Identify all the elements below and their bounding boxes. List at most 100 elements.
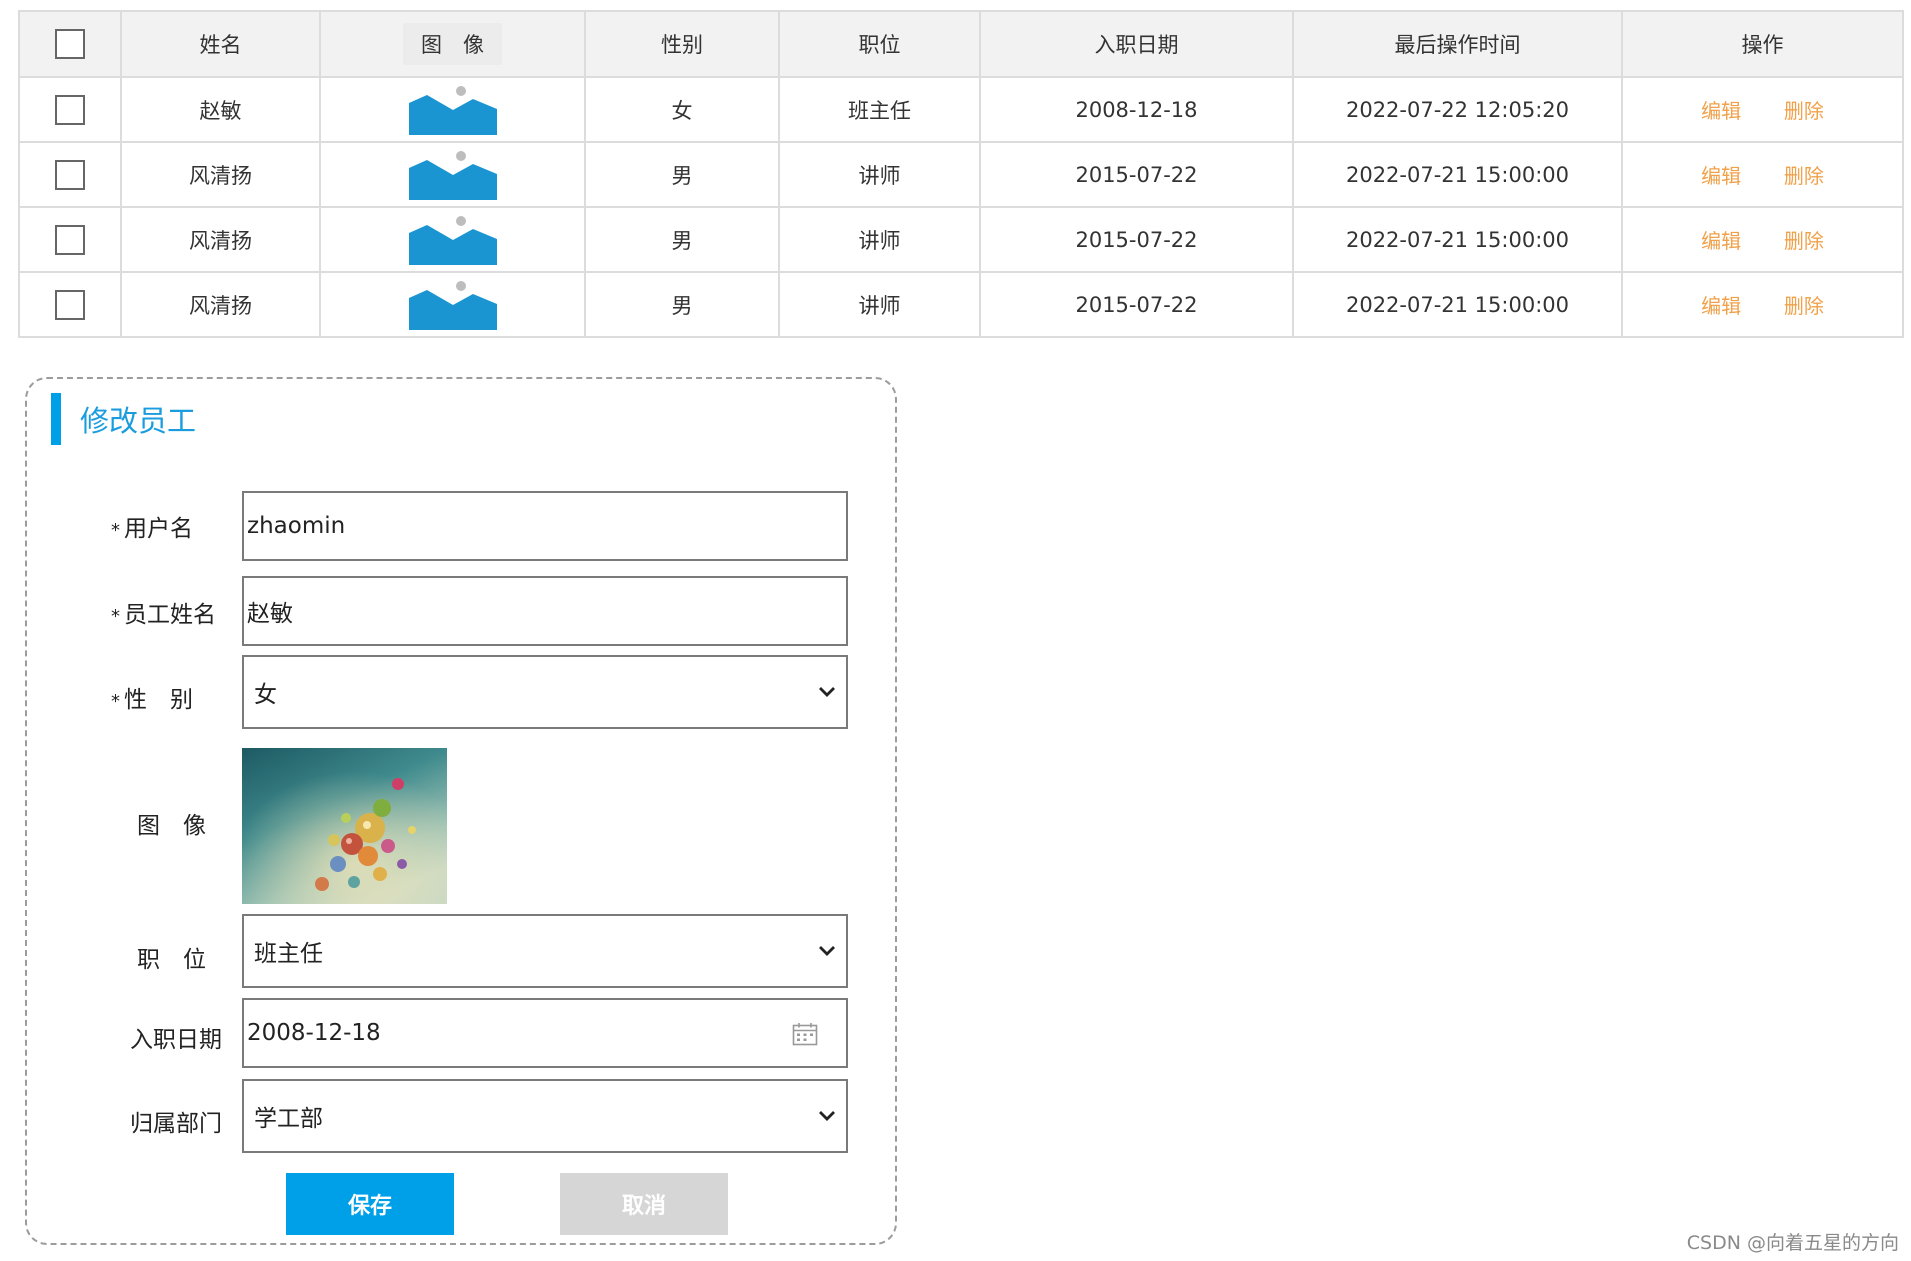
entry-date-label: 入职日期 [130, 1027, 222, 1053]
save-button[interactable]: 保存 [286, 1173, 454, 1235]
cell-actions: 编辑 删除 [1621, 206, 1904, 273]
watermark: CSDN @向着五星的方向 [1686, 1232, 1899, 1254]
gender-select[interactable]: 女 [242, 655, 848, 729]
cell-last-op-time: 2022-07-22 12:05:20 [1292, 76, 1623, 143]
header-image-label: 图 像 [403, 23, 502, 65]
username-label-group: * 用户名 [111, 509, 193, 543]
cell-position: 讲师 [778, 271, 981, 338]
table-row: 风清扬 男 讲师 2015-07-22 2022-07-21 15:00:00 … [18, 271, 1904, 338]
cell-name: 赵敏 [120, 76, 321, 143]
cell-entry-date: 2008-12-18 [979, 76, 1294, 143]
department-label: 归属部门 [130, 1111, 222, 1137]
header-select-all-cell [18, 10, 122, 78]
row-select-cell [18, 206, 122, 273]
gender-label-group: * 性 别 [111, 680, 193, 714]
edit-link[interactable]: 编辑 [1701, 225, 1741, 254]
cell-actions: 编辑 删除 [1621, 76, 1904, 143]
cell-name: 风清扬 [120, 141, 321, 208]
row-checkbox[interactable] [55, 289, 85, 320]
row-checkbox[interactable] [55, 224, 85, 255]
cell-image [319, 76, 586, 143]
required-mark: * [111, 606, 120, 627]
image-placeholder-icon [408, 85, 497, 135]
employee-name-value: 赵敏 [247, 601, 293, 627]
cell-image [319, 271, 586, 338]
select-all-checkbox[interactable] [55, 29, 85, 59]
title-accent-bar [51, 393, 61, 445]
cell-last-op-time: 2022-07-21 15:00:00 [1292, 206, 1623, 273]
cell-name: 风清扬 [120, 271, 321, 338]
cell-name: 风清扬 [120, 206, 321, 273]
chevron-down-icon [819, 946, 835, 956]
image-placeholder-icon [408, 150, 497, 200]
row-checkbox[interactable] [55, 159, 85, 190]
cell-entry-date: 2015-07-22 [979, 271, 1294, 338]
cell-actions: 编辑 删除 [1621, 271, 1904, 338]
cell-position: 讲师 [778, 206, 981, 273]
row-select-cell [18, 76, 122, 143]
delete-link[interactable]: 删除 [1784, 95, 1824, 124]
avatar-preview[interactable] [242, 748, 447, 904]
entry-date-input[interactable]: 2008-12-18 [242, 998, 848, 1068]
gender-label: 性 别 [124, 687, 193, 713]
cell-position: 班主任 [778, 76, 981, 143]
form-title: 修改员工 [80, 404, 197, 438]
edit-link[interactable]: 编辑 [1701, 160, 1741, 189]
table-header-row: 姓名 图 像 性别 职位 入职日期 最后操作时间 操作 [18, 10, 1904, 78]
department-select-value: 学工部 [254, 1106, 323, 1132]
delete-link[interactable]: 删除 [1784, 225, 1824, 254]
cell-entry-date: 2015-07-22 [979, 141, 1294, 208]
entry-date-value: 2008-12-18 [247, 1020, 381, 1046]
row-select-cell [18, 271, 122, 338]
cell-last-op-time: 2022-07-21 15:00:00 [1292, 271, 1623, 338]
cell-gender: 男 [584, 141, 780, 208]
cell-gender: 男 [584, 271, 780, 338]
table-row: 风清扬 男 讲师 2015-07-22 2022-07-21 15:00:00 … [18, 206, 1904, 273]
cell-actions: 编辑 删除 [1621, 141, 1904, 208]
username-value: zhaomin [247, 513, 346, 539]
header-last-op-time: 最后操作时间 [1292, 10, 1623, 78]
name-label: 员工姓名 [124, 602, 216, 628]
delete-link[interactable]: 删除 [1784, 290, 1824, 319]
position-select-value: 班主任 [254, 941, 323, 967]
employee-table: 姓名 图 像 性别 职位 入职日期 最后操作时间 操作 赵敏 女 班主任 200… [18, 10, 1904, 338]
header-gender: 性别 [584, 10, 780, 78]
row-select-cell [18, 141, 122, 208]
required-mark: * [111, 520, 120, 541]
department-select[interactable]: 学工部 [242, 1079, 848, 1153]
position-label: 职 位 [137, 947, 206, 973]
cell-gender: 女 [584, 76, 780, 143]
chevron-down-icon [819, 687, 835, 697]
cell-image [319, 206, 586, 273]
calendar-icon[interactable] [792, 1022, 818, 1046]
cell-entry-date: 2015-07-22 [979, 206, 1294, 273]
header-entry-date: 入职日期 [979, 10, 1294, 78]
header-position: 职位 [778, 10, 981, 78]
cell-gender: 男 [584, 206, 780, 273]
header-image: 图 像 [319, 10, 586, 78]
required-mark: * [111, 691, 120, 712]
balloons-image [242, 748, 447, 904]
delete-link[interactable]: 删除 [1784, 160, 1824, 189]
image-label: 图 像 [137, 813, 206, 839]
header-actions: 操作 [1621, 10, 1904, 78]
table-row: 赵敏 女 班主任 2008-12-18 2022-07-22 12:05:20 … [18, 76, 1904, 143]
edit-link[interactable]: 编辑 [1701, 95, 1741, 124]
username-input[interactable]: zhaomin [242, 491, 848, 561]
edit-link[interactable]: 编辑 [1701, 290, 1741, 319]
cell-image [319, 141, 586, 208]
table-row: 风清扬 男 讲师 2015-07-22 2022-07-21 15:00:00 … [18, 141, 1904, 208]
image-placeholder-icon [408, 215, 497, 265]
gender-select-value: 女 [254, 682, 277, 708]
name-label-group: * 员工姓名 [111, 595, 216, 629]
row-checkbox[interactable] [55, 94, 85, 125]
cell-position: 讲师 [778, 141, 981, 208]
position-select[interactable]: 班主任 [242, 914, 848, 988]
chevron-down-icon [819, 1111, 835, 1121]
edit-employee-panel: 修改员工 *用户名 zhaomin *员工姓名 赵敏 *性 别 女 图 像 [25, 377, 897, 1245]
header-name: 姓名 [120, 10, 321, 78]
employee-name-input[interactable]: 赵敏 [242, 576, 848, 646]
cancel-button[interactable]: 取消 [560, 1173, 728, 1235]
image-placeholder-icon [408, 280, 497, 330]
username-label: 用户名 [124, 516, 193, 542]
